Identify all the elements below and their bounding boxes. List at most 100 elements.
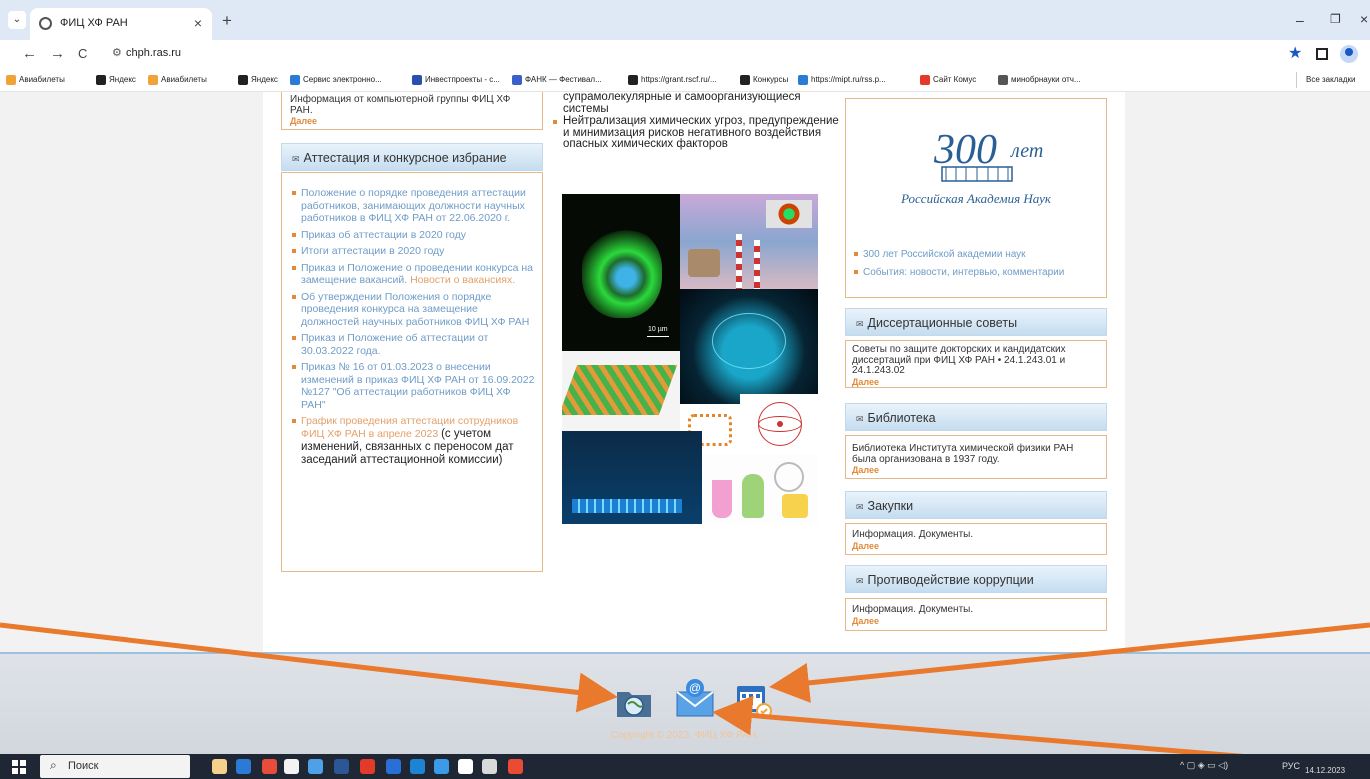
bookmark-item[interactable]: Конкурсы bbox=[740, 75, 788, 85]
taskbar-app-icon[interactable] bbox=[360, 759, 375, 774]
cell-diagram-image bbox=[562, 431, 702, 524]
page-footer: @ Copyright © 2023. ФИЦ ХФ РАН. bbox=[0, 652, 1370, 754]
taskbar-app-icon[interactable] bbox=[308, 759, 323, 774]
attestation-list-item[interactable]: Приказ № 16 от 01.03.2023 о внесении изм… bbox=[292, 361, 536, 411]
attestation-link[interactable]: Об утверждении Положения о порядке прове… bbox=[301, 291, 529, 328]
dissertation-more-link[interactable]: Далее bbox=[852, 377, 1100, 388]
bookmark-favicon-icon bbox=[512, 75, 522, 85]
forward-button[interactable]: → bbox=[50, 45, 65, 62]
bookmark-label: Инвестпроекты - с... bbox=[425, 75, 500, 85]
attestation-link[interactable]: Положение о порядке проведения аттестаци… bbox=[301, 187, 526, 224]
news-more-link[interactable]: Далее bbox=[290, 116, 534, 127]
attestation-list-item[interactable]: Об утверждении Положения о порядке прове… bbox=[292, 291, 536, 329]
dissertation-header: ✉ Диссертационные советы bbox=[845, 308, 1107, 336]
copyright-text: Copyright © 2023. ФИЦ ХФ РАН. bbox=[611, 730, 759, 741]
bookmark-item[interactable]: Яндекс bbox=[238, 75, 278, 85]
ras-300-link[interactable]: События: новости, интервью, комментарии bbox=[854, 267, 1064, 278]
purchases-text: Информация. Документы. bbox=[852, 529, 974, 540]
attestation-list-item[interactable]: Приказ об аттестации в 2020 году bbox=[292, 229, 536, 242]
bookmark-item[interactable]: Авиабилеты bbox=[6, 75, 65, 85]
taskbar-app-icon[interactable] bbox=[482, 759, 497, 774]
bookmark-item[interactable]: Авиабилеты bbox=[148, 75, 207, 85]
attestation-link[interactable]: Приказ об аттестации в 2020 году bbox=[301, 229, 466, 241]
system-tray[interactable]: ^ ▢ ◈ ▭ ◁) bbox=[1180, 760, 1228, 771]
attestation-link[interactable]: Итоги аттестации в 2020 году bbox=[301, 245, 444, 257]
bookmark-label: Яндекс bbox=[251, 75, 278, 85]
bookmark-item[interactable]: Сайт Комус bbox=[920, 75, 976, 85]
research-line: супрамолекулярные и самоорганизующиеся с… bbox=[563, 91, 801, 115]
bookmark-item[interactable]: Яндекс bbox=[96, 75, 136, 85]
corruption-box: Информация. Документы. Далее bbox=[845, 598, 1107, 631]
bookmarks-bar: Авиабилеты Яндекс Авиабилеты Яндекс Сервис э… bbox=[0, 68, 1370, 92]
purchases-more-link[interactable]: Далее bbox=[852, 541, 1100, 552]
bookmark-favicon-icon bbox=[6, 75, 16, 85]
back-button[interactable]: ← bbox=[22, 45, 37, 62]
tab-close-button[interactable]: × bbox=[194, 15, 202, 31]
address-bar[interactable]: chph.ras.ru bbox=[126, 47, 181, 59]
corruption-more-link[interactable]: Далее bbox=[852, 616, 1100, 627]
library-box: Библиотека Института химической физики Р… bbox=[845, 435, 1107, 479]
calendar-icon[interactable] bbox=[734, 680, 774, 720]
bookmark-favicon-icon bbox=[96, 75, 106, 85]
ras-300-links: 300 лет Российской академии наук События:… bbox=[854, 249, 1064, 285]
taskbar-app-icon[interactable] bbox=[262, 759, 277, 774]
taskbar-app-icon[interactable] bbox=[386, 759, 401, 774]
email-icon[interactable]: @ bbox=[675, 678, 715, 718]
cell-brain-image bbox=[680, 289, 818, 404]
new-tab-button[interactable]: + bbox=[222, 11, 232, 31]
attestation-link[interactable]: Приказ № 16 от 01.03.2023 о внесении изм… bbox=[301, 361, 534, 411]
all-bookmarks-button[interactable]: Все закладки bbox=[1306, 75, 1355, 84]
site-info-icon[interactable]: ⚙ bbox=[112, 46, 122, 59]
start-button[interactable] bbox=[12, 760, 26, 774]
taskbar-app-icon[interactable] bbox=[334, 759, 349, 774]
window-minimize-button[interactable]: – bbox=[1296, 12, 1304, 28]
vacancy-news-link[interactable]: Новости о вакансиях. bbox=[410, 274, 515, 286]
taskbar-app-icon[interactable] bbox=[410, 759, 425, 774]
purchases-box: Информация. Документы. Далее bbox=[845, 523, 1107, 555]
bookmark-label: Авиабилеты bbox=[19, 75, 65, 85]
browser-tab[interactable]: ФИЦ ХФ РАН × bbox=[30, 8, 212, 40]
side-panel-icon[interactable] bbox=[1316, 48, 1328, 60]
attestation-list-item[interactable]: График проведения аттестации сотрудников… bbox=[292, 415, 536, 467]
cell-surface-image bbox=[562, 351, 680, 431]
language-indicator[interactable]: РУС bbox=[1282, 761, 1300, 771]
svg-text:300: 300 bbox=[933, 127, 997, 173]
purchases-title: Закупки bbox=[867, 499, 914, 513]
ras-300-link[interactable]: 300 лет Российской академии наук bbox=[854, 249, 1064, 260]
reload-button[interactable]: C bbox=[78, 46, 87, 61]
taskbar-app-icon[interactable] bbox=[284, 759, 299, 774]
attestation-list-item[interactable]: Приказ и Положение об аттестации от 30.0… bbox=[292, 332, 536, 357]
bookmark-star-icon[interactable]: ★ bbox=[1288, 43, 1302, 63]
corruption-header: ✉ Противодействие коррупции bbox=[845, 565, 1107, 593]
window-close-button[interactable]: × bbox=[1360, 11, 1368, 27]
library-title: Библиотека bbox=[867, 411, 936, 425]
purchases-header: ✉ Закупки bbox=[845, 491, 1107, 519]
bookmark-item[interactable]: https://grant.rscf.ru/... bbox=[628, 75, 717, 85]
profile-avatar[interactable] bbox=[1340, 45, 1358, 63]
taskbar-app-icon[interactable] bbox=[508, 759, 523, 774]
taskbar-app-icon[interactable] bbox=[458, 759, 473, 774]
bookmark-item[interactable]: https://mipt.ru/rss.p... bbox=[798, 75, 886, 85]
attestation-link[interactable]: Приказ и Положение об аттестации от 30.0… bbox=[301, 332, 488, 357]
bookmark-favicon-icon bbox=[998, 75, 1008, 85]
taskbar-app-icon[interactable] bbox=[236, 759, 251, 774]
attestation-list-item[interactable]: Положение о порядке проведения аттестаци… bbox=[292, 187, 536, 225]
attestation-list-item[interactable]: Приказ и Положение о проведении конкурса… bbox=[292, 262, 536, 287]
tab-title: ФИЦ ХФ РАН bbox=[60, 17, 128, 29]
bookmark-item[interactable]: минобрнауки отч... bbox=[998, 75, 1081, 85]
attestation-header: ✉ Аттестация и конкурсное избрание bbox=[281, 143, 543, 171]
window-maximize-button[interactable]: ❐ bbox=[1330, 12, 1341, 26]
bookmark-item[interactable]: Сервис электронно... bbox=[290, 75, 382, 85]
library-more-link[interactable]: Далее bbox=[852, 465, 1100, 476]
taskbar-search[interactable]: ⌕ Поиск bbox=[40, 755, 190, 778]
page-content: Информация от компьютерной группы ФИЦ ХФ… bbox=[263, 91, 1125, 652]
bookmark-item[interactable]: Инвестпроекты - с... bbox=[412, 75, 500, 85]
attestation-list-item[interactable]: Итоги аттестации в 2020 году bbox=[292, 245, 536, 258]
bookmark-item[interactable]: ФАНК — Фестивал... bbox=[512, 75, 602, 85]
cell-microscopy-image: 10 µm bbox=[562, 194, 680, 351]
globe-folder-icon[interactable] bbox=[614, 682, 654, 722]
taskbar-app-icon[interactable] bbox=[434, 759, 449, 774]
tab-search-button[interactable]: ⌄ bbox=[8, 11, 26, 29]
clock-date[interactable]: 14.12.2023 bbox=[1305, 766, 1345, 775]
taskbar-app-icon[interactable] bbox=[212, 759, 227, 774]
